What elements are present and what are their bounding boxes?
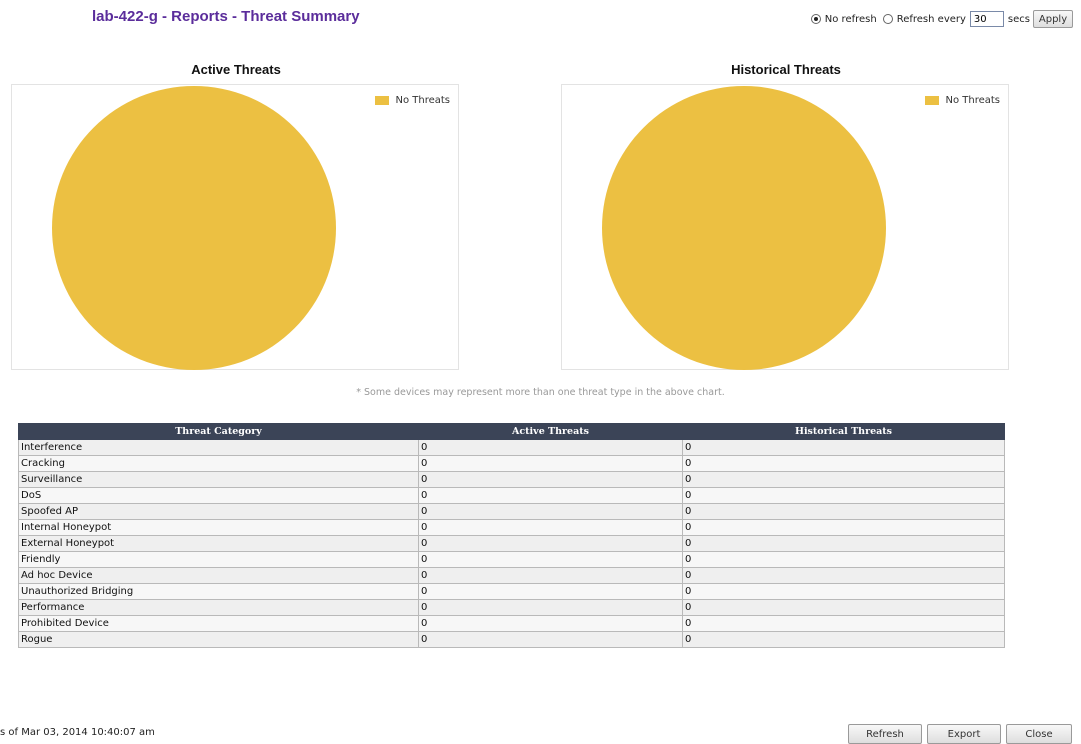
active-threats-chart: No Threats (11, 84, 459, 370)
table-row: Spoofed AP 0 0 (18, 503, 1005, 520)
refresh-every-label[interactable]: Refresh every (897, 14, 966, 25)
historical-threats-cell: 0 (682, 503, 1005, 520)
historical-threats-cell: 0 (682, 535, 1005, 552)
column-header-threat-category[interactable]: Threat Category (18, 423, 419, 440)
active-threats-cell: 0 (418, 471, 683, 488)
active-threats-cell: 0 (418, 503, 683, 520)
active-threats-pie-svg (52, 86, 336, 370)
active-threats-cell: 0 (418, 455, 683, 472)
generated-timestamp: s of Mar 03, 2014 10:40:07 am (0, 727, 155, 738)
historical-threats-chart: No Threats (561, 84, 1009, 370)
table-row: External Honeypot 0 0 (18, 535, 1005, 552)
threat-summary-table: Threat Category Active Threats Historica… (18, 423, 1005, 648)
historical-threats-cell: 0 (682, 567, 1005, 584)
legend-swatch (925, 96, 940, 105)
threat-category-cell: DoS (18, 487, 419, 504)
table-row: Rogue 0 0 (18, 631, 1005, 648)
column-header-historical-threats[interactable]: Historical Threats (682, 423, 1005, 440)
active-threats-cell: 0 (418, 551, 683, 568)
table-row: Cracking 0 0 (18, 455, 1005, 472)
no-refresh-label[interactable]: No refresh (825, 14, 877, 25)
export-button[interactable]: Export (927, 724, 1001, 744)
refresh-controls: No refresh Refresh every secs Apply (805, 10, 1073, 28)
footer-buttons: Refresh Export Close (848, 724, 1072, 744)
active-threats-cell: 0 (418, 535, 683, 552)
historical-threats-cell: 0 (682, 631, 1005, 648)
threat-category-cell: Friendly (18, 551, 419, 568)
threat-category-cell: Prohibited Device (18, 615, 419, 632)
table-row: Unauthorized Bridging 0 0 (18, 583, 1005, 600)
active-threats-cell: 0 (418, 583, 683, 600)
pie-slice-no-threats (602, 86, 886, 370)
active-threats-cell: 0 (418, 567, 683, 584)
table-header-row: Threat Category Active Threats Historica… (18, 423, 1005, 440)
active-threats-cell: 0 (418, 519, 683, 536)
legend-swatch (375, 96, 390, 105)
apply-button[interactable]: Apply (1033, 10, 1073, 28)
threat-category-cell: Ad hoc Device (18, 567, 419, 584)
table-row: Internal Honeypot 0 0 (18, 519, 1005, 536)
threat-category-cell: Interference (18, 439, 419, 456)
threat-category-cell: Performance (18, 599, 419, 616)
close-button[interactable]: Close (1006, 724, 1072, 744)
active-threats-cell: 0 (418, 599, 683, 616)
legend-label: No Threats (945, 95, 1000, 106)
table-row: Interference 0 0 (18, 439, 1005, 456)
historical-threats-pie-svg (602, 86, 886, 370)
active-threats-cell: 0 (418, 615, 683, 632)
table-body: Interference 0 0 Cracking 0 0 Surveillance 0 0 Do… (18, 439, 1005, 648)
historical-threats-title: Historical Threats (731, 62, 841, 77)
column-header-active-threats[interactable]: Active Threats (418, 423, 683, 440)
pie-slice-no-threats (52, 86, 336, 370)
threat-category-cell: Internal Honeypot (18, 519, 419, 536)
active-threats-title: Active Threats (191, 62, 281, 77)
active-threats-cell: 0 (418, 487, 683, 504)
refresh-interval-input[interactable] (969, 11, 1004, 27)
historical-threats-cell: 0 (682, 599, 1005, 616)
legend-label: No Threats (395, 95, 450, 106)
historical-threats-cell: 0 (682, 519, 1005, 536)
historical-threats-cell: 0 (682, 487, 1005, 504)
table-row: Prohibited Device 0 0 (18, 615, 1005, 632)
table-row: Performance 0 0 (18, 599, 1005, 616)
table-row: Friendly 0 0 (18, 551, 1005, 568)
historical-threats-cell: 0 (682, 615, 1005, 632)
threat-category-cell: Surveillance (18, 471, 419, 488)
historical-threats-cell: 0 (682, 471, 1005, 488)
no-refresh-radio[interactable] (810, 14, 821, 24)
page-title: lab-422-g - Reports - Threat Summary (92, 8, 360, 25)
threat-category-cell: Cracking (18, 455, 419, 472)
refresh-every-radio[interactable] (882, 14, 893, 24)
table-row: DoS 0 0 (18, 487, 1005, 504)
table-row: Surveillance 0 0 (18, 471, 1005, 488)
historical-threats-legend: No Threats (925, 95, 1000, 106)
chart-footnote: * Some devices may represent more than o… (356, 387, 725, 398)
active-threats-legend: No Threats (375, 95, 450, 106)
active-threats-cell: 0 (418, 439, 683, 456)
secs-label: secs (1007, 13, 1030, 25)
threat-category-cell: Spoofed AP (18, 503, 419, 520)
historical-threats-cell: 0 (682, 583, 1005, 600)
refresh-button[interactable]: Refresh (848, 724, 922, 744)
historical-threats-cell: 0 (682, 439, 1005, 456)
table-row: Ad hoc Device 0 0 (18, 567, 1005, 584)
historical-threats-cell: 0 (682, 551, 1005, 568)
threat-category-cell: Rogue (18, 631, 419, 648)
threat-category-cell: Unauthorized Bridging (18, 583, 419, 600)
historical-threats-cell: 0 (682, 455, 1005, 472)
threat-category-cell: External Honeypot (18, 535, 419, 552)
active-threats-cell: 0 (418, 631, 683, 648)
